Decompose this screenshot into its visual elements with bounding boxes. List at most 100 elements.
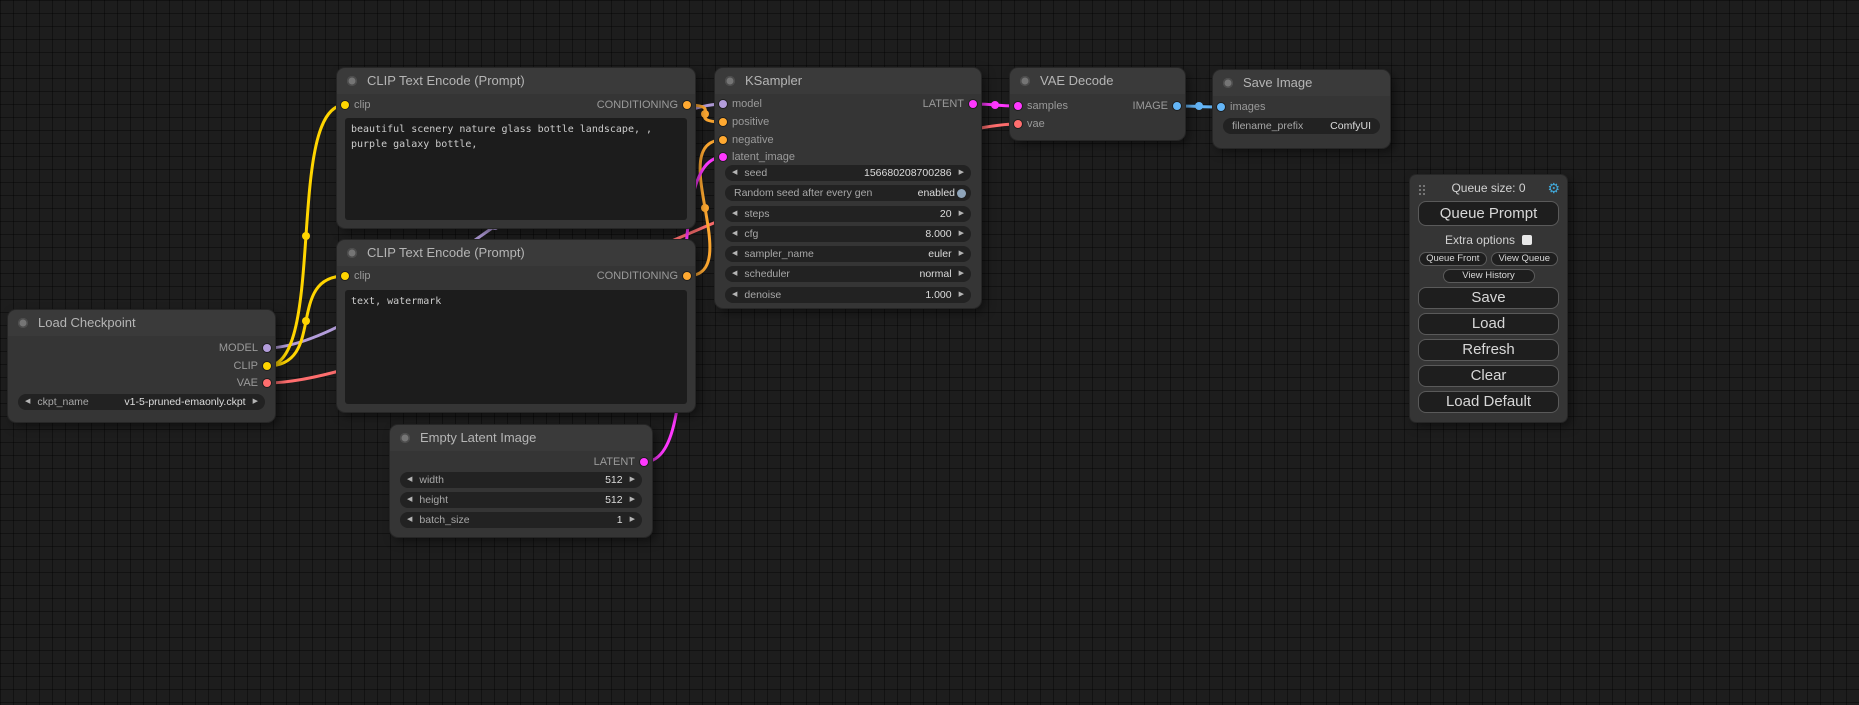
output-slot-image[interactable] <box>1173 102 1181 110</box>
increment-arrow-icon[interactable]: ▶ <box>253 394 258 410</box>
widget-label: height <box>419 494 448 506</box>
output-slot-clip[interactable] <box>263 362 271 370</box>
widget-seed[interactable]: ◀ seed 156680208700286 ▶ <box>725 165 971 181</box>
load-button[interactable]: Load <box>1418 313 1559 335</box>
node-header[interactable]: VAE Decode <box>1010 68 1185 94</box>
drag-handle-icon[interactable] <box>1419 185 1421 187</box>
widget-width[interactable]: ◀ width 512 ▶ <box>400 472 642 488</box>
output-slot-conditioning[interactable] <box>683 272 691 280</box>
widget-random-seed-toggle[interactable]: Random seed after every gen enabled <box>725 185 971 201</box>
widget-ckpt-name[interactable]: ◀ ckpt_name v1-5-pruned-emaonly.ckpt ▶ <box>18 394 265 410</box>
node-load-checkpoint[interactable]: Load Checkpoint MODEL CLIP VAE ◀ ckpt_na… <box>8 310 275 422</box>
node-title-label: VAE Decode <box>1040 73 1113 88</box>
output-slot-latent[interactable] <box>969 100 977 108</box>
decrement-arrow-icon[interactable]: ◀ <box>407 492 412 508</box>
save-button[interactable]: Save <box>1418 287 1559 309</box>
input-slot-vae[interactable] <box>1014 120 1022 128</box>
widget-denoise[interactable]: ◀ denoise 1.000 ▶ <box>725 287 971 303</box>
input-slot-samples[interactable] <box>1014 102 1022 110</box>
queue-front-button[interactable]: Queue Front <box>1419 252 1487 266</box>
input-slot-negative[interactable] <box>719 136 727 144</box>
widget-height[interactable]: ◀ height 512 ▶ <box>400 492 642 508</box>
refresh-button[interactable]: Refresh <box>1418 339 1559 361</box>
input-label-clip: clip <box>354 267 371 285</box>
node-header[interactable]: KSampler <box>715 68 981 94</box>
collapse-dot-icon[interactable] <box>347 248 357 258</box>
output-slot-latent[interactable] <box>640 458 648 466</box>
collapse-dot-icon[interactable] <box>725 76 735 86</box>
decrement-arrow-icon[interactable]: ◀ <box>25 394 30 410</box>
widget-value: 156680208700286 <box>864 167 952 179</box>
clear-button[interactable]: Clear <box>1418 365 1559 387</box>
collapse-dot-icon[interactable] <box>347 76 357 86</box>
settings-gear-icon[interactable]: ⚙ <box>1547 177 1560 199</box>
extra-options-label: Extra options <box>1445 233 1515 247</box>
input-slot-clip[interactable] <box>341 272 349 280</box>
view-history-button[interactable]: View History <box>1443 269 1535 283</box>
decrement-arrow-icon[interactable]: ◀ <box>732 287 737 303</box>
input-slot-clip[interactable] <box>341 101 349 109</box>
increment-arrow-icon[interactable]: ▶ <box>630 472 635 488</box>
node-vae-decode[interactable]: VAE Decode samples IMAGE vae <box>1010 68 1185 140</box>
input-slot-positive[interactable] <box>719 118 727 126</box>
node-header[interactable]: CLIP Text Encode (Prompt) <box>337 240 695 266</box>
wire-midpoint-dot <box>701 204 709 212</box>
decrement-arrow-icon[interactable]: ◀ <box>732 165 737 181</box>
widget-batch-size[interactable]: ◀ batch_size 1 ▶ <box>400 512 642 528</box>
node-clip-text-encode-negative[interactable]: CLIP Text Encode (Prompt) clip CONDITION… <box>337 240 695 412</box>
graph-canvas[interactable]: Load Checkpoint MODEL CLIP VAE ◀ ckpt_na… <box>0 0 1859 705</box>
widget-label: width <box>419 474 444 486</box>
widget-label: denoise <box>744 289 781 301</box>
toggle-indicator-icon[interactable] <box>957 189 966 198</box>
collapse-dot-icon[interactable] <box>400 433 410 443</box>
increment-arrow-icon[interactable]: ▶ <box>630 512 635 528</box>
extra-options-checkbox[interactable] <box>1522 235 1532 245</box>
widget-cfg[interactable]: ◀ cfg 8.000 ▶ <box>725 226 971 242</box>
decrement-arrow-icon[interactable]: ◀ <box>407 472 412 488</box>
collapse-dot-icon[interactable] <box>1020 76 1030 86</box>
widget-filename-prefix[interactable]: filename_prefix ComfyUI <box>1223 118 1380 134</box>
output-slot-vae[interactable] <box>263 379 271 387</box>
node-ksampler[interactable]: KSampler model LATENT positive negative … <box>715 68 981 308</box>
prompt-textarea[interactable]: text, watermark <box>345 290 687 404</box>
node-header[interactable]: Save Image <box>1213 70 1390 96</box>
input-slot-images[interactable] <box>1217 103 1225 111</box>
widget-value: 20 <box>940 208 952 220</box>
decrement-arrow-icon[interactable]: ◀ <box>407 512 412 528</box>
decrement-arrow-icon[interactable]: ◀ <box>732 226 737 242</box>
output-label-conditioning: CONDITIONING <box>597 96 678 114</box>
increment-arrow-icon[interactable]: ▶ <box>959 246 964 262</box>
widget-sampler-name[interactable]: ◀ sampler_name euler ▶ <box>725 246 971 262</box>
decrement-arrow-icon[interactable]: ◀ <box>732 206 737 222</box>
widget-scheduler[interactable]: ◀ scheduler normal ▶ <box>725 266 971 282</box>
input-slot-model[interactable] <box>719 100 727 108</box>
collapse-dot-icon[interactable] <box>18 318 28 328</box>
increment-arrow-icon[interactable]: ▶ <box>630 492 635 508</box>
load-default-button[interactable]: Load Default <box>1418 391 1559 413</box>
node-header[interactable]: CLIP Text Encode (Prompt) <box>337 68 695 94</box>
node-clip-text-encode-positive[interactable]: CLIP Text Encode (Prompt) clip CONDITION… <box>337 68 695 228</box>
node-header[interactable]: Load Checkpoint <box>8 310 275 336</box>
decrement-arrow-icon[interactable]: ◀ <box>732 246 737 262</box>
queue-prompt-button[interactable]: Queue Prompt <box>1418 201 1559 226</box>
widget-label: ckpt_name <box>37 396 88 408</box>
widget-steps[interactable]: ◀ steps 20 ▶ <box>725 206 971 222</box>
output-slot-conditioning[interactable] <box>683 101 691 109</box>
node-title-label: CLIP Text Encode (Prompt) <box>367 245 525 260</box>
node-title-label: Empty Latent Image <box>420 430 536 445</box>
collapse-dot-icon[interactable] <box>1223 78 1233 88</box>
output-slot-model[interactable] <box>263 344 271 352</box>
decrement-arrow-icon[interactable]: ◀ <box>732 266 737 282</box>
node-empty-latent-image[interactable]: Empty Latent Image LATENT ◀ width 512 ▶ … <box>390 425 652 537</box>
increment-arrow-icon[interactable]: ▶ <box>959 165 964 181</box>
increment-arrow-icon[interactable]: ▶ <box>959 266 964 282</box>
widget-value: 8.000 <box>925 228 951 240</box>
node-save-image[interactable]: Save Image images filename_prefix ComfyU… <box>1213 70 1390 148</box>
increment-arrow-icon[interactable]: ▶ <box>959 226 964 242</box>
increment-arrow-icon[interactable]: ▶ <box>959 206 964 222</box>
prompt-textarea[interactable]: beautiful scenery nature glass bottle la… <box>345 118 687 220</box>
input-slot-latent-image[interactable] <box>719 153 727 161</box>
node-header[interactable]: Empty Latent Image <box>390 425 652 451</box>
view-queue-button[interactable]: View Queue <box>1491 252 1559 266</box>
increment-arrow-icon[interactable]: ▶ <box>959 287 964 303</box>
